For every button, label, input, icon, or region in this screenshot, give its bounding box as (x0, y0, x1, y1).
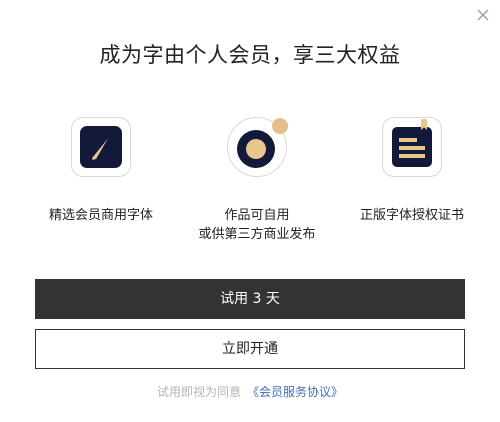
agreement-prefix: 试用即视为同意 (156, 385, 241, 399)
trial-button[interactable]: 试用 3 天 (35, 279, 465, 319)
agreement-note: 试用即视为同意 《会员服务协议》 (0, 383, 500, 400)
feature-icon-box (227, 117, 288, 177)
feature-commercial-publish: 作品可自用 或供第三方商业发布 (177, 117, 337, 244)
certificate-icon (392, 119, 432, 167)
feature-label: 作品可自用 或供第三方商业发布 (198, 208, 316, 242)
pen-nib-icon (80, 126, 122, 168)
feature-list: 精选会员商用字体 作品可自用 或供第三方商业发布 正版字体授权证书 (0, 117, 500, 247)
close-button[interactable] (476, 8, 490, 22)
close-icon (477, 9, 489, 21)
feature-label: 精选会员商用字体 (48, 208, 153, 223)
feature-label: 正版字体授权证书 (359, 208, 464, 223)
feature-icon-box (382, 117, 442, 177)
dialog-title: 成为字由个人会员，享三大权益 (99, 43, 401, 67)
feature-commercial-fonts: 精选会员商用字体 (21, 117, 181, 225)
feature-icon-box (71, 117, 131, 177)
membership-dialog: 成为字由个人会员，享三大权益 精选会员商用字体 作品可自用 或供第三方商业发布 … (0, 0, 500, 422)
service-agreement-link[interactable]: 《会员服务协议》 (247, 385, 343, 399)
works-badge-icon (237, 118, 288, 168)
subscribe-button[interactable]: 立即开通 (35, 329, 465, 369)
feature-license-certificate: 正版字体授权证书 (332, 117, 492, 225)
